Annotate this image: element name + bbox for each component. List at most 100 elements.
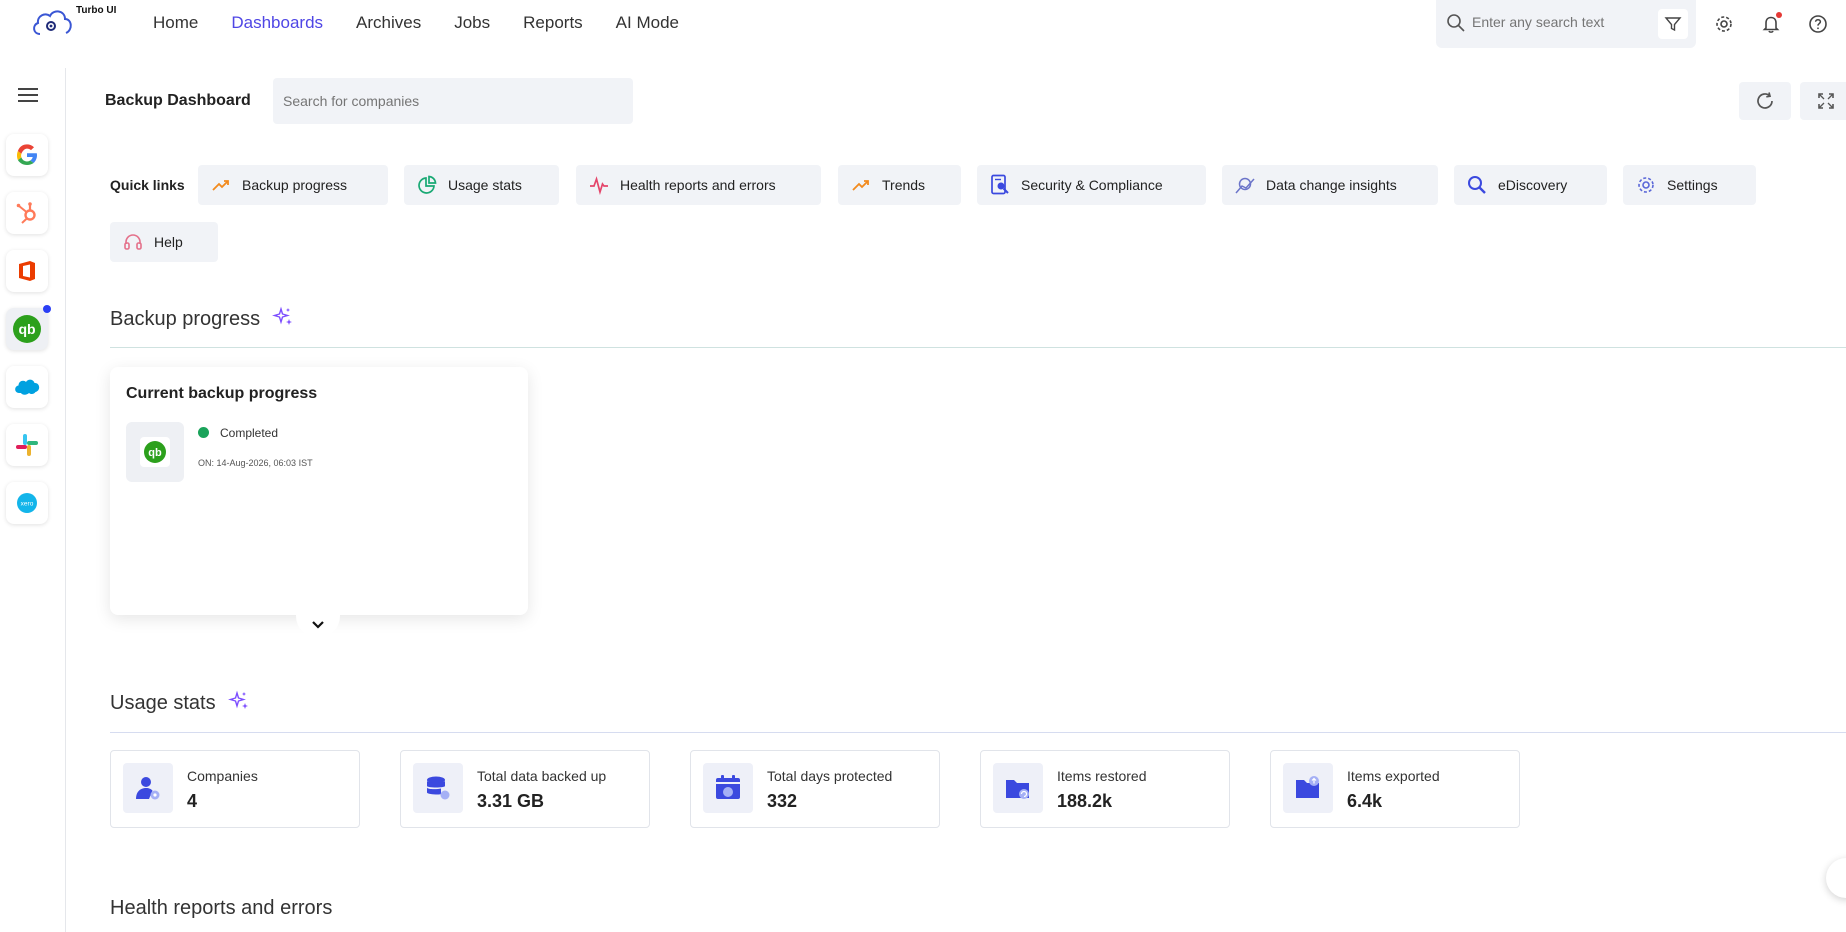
svg-text:xero: xero — [21, 501, 34, 508]
section-title: Usage stats — [110, 692, 216, 714]
stat-companies: Companies 4 — [110, 750, 360, 828]
stat-label: Total data backed up — [477, 768, 607, 784]
chevron-down-icon — [312, 621, 324, 629]
section-usage-stats: Usage stats — [110, 690, 250, 718]
svg-text:qb: qb — [148, 447, 162, 459]
slack-icon — [16, 434, 38, 456]
menu-toggle-icon[interactable] — [18, 88, 38, 106]
headset-icon — [122, 231, 144, 253]
quick-link-label: Security & Compliance — [1021, 177, 1163, 193]
backup-status: Completed — [220, 426, 279, 440]
hubspot-icon — [16, 202, 36, 224]
refresh-icon — [1757, 92, 1773, 109]
stat-total-data: Total data backed up 3.31 GB — [400, 750, 650, 828]
quick-link-health-reports[interactable]: Health reports and errors — [576, 165, 821, 205]
sidebar-app-salesforce[interactable] — [6, 366, 48, 408]
quick-link-label: eDiscovery — [1498, 177, 1568, 193]
nav-home[interactable]: Home — [153, 13, 198, 33]
sparkle-icon[interactable] — [227, 690, 250, 718]
notifications-button[interactable] — [1759, 12, 1783, 36]
quick-link-trends[interactable]: Trends — [838, 165, 961, 205]
backup-app-tile: qb — [126, 422, 184, 482]
global-search-input[interactable] — [1472, 14, 1652, 30]
quick-link-ediscovery[interactable]: eDiscovery — [1454, 165, 1607, 205]
svg-text:qb: qb — [18, 321, 35, 337]
card-title: Current backup progress — [126, 385, 318, 402]
calendar-shield-icon — [703, 763, 753, 813]
stat-items-restored: Items restored 188.2k — [980, 750, 1230, 828]
quick-link-security-compliance[interactable]: Security & Compliance — [977, 165, 1206, 205]
sidebar-app-xero[interactable]: xero — [6, 482, 48, 524]
nav-archives[interactable]: Archives — [356, 13, 421, 33]
insights-icon — [1234, 174, 1256, 196]
nav-reports[interactable]: Reports — [523, 13, 583, 33]
quick-link-data-change-insights[interactable]: Data change insights — [1222, 165, 1438, 205]
stat-label: Items exported — [1347, 768, 1440, 784]
section-health-reports: Health reports and errors — [110, 897, 332, 920]
xero-icon: xero — [17, 493, 37, 513]
stat-value: 6.4k — [1347, 791, 1383, 811]
logo[interactable]: Turbo UI — [30, 4, 140, 44]
stat-value: 3.31 GB — [477, 791, 545, 811]
stat-label: Companies — [187, 768, 258, 784]
filter-button[interactable] — [1658, 9, 1688, 39]
sidebar-app-google[interactable] — [6, 134, 48, 176]
quick-link-settings[interactable]: Settings — [1623, 165, 1756, 205]
security-doc-icon — [989, 174, 1011, 196]
quick-link-help[interactable]: Help — [110, 222, 218, 262]
sidebar-app-quickbooks[interactable]: qb — [6, 305, 51, 350]
nav-ai-mode[interactable]: AI Mode — [616, 13, 679, 33]
top-bar: Turbo UI Home Dashboards Archives Jobs R… — [0, 0, 1846, 56]
sidebar-app-hubspot[interactable] — [6, 192, 48, 234]
fullscreen-button[interactable] — [1800, 82, 1846, 120]
quick-link-label: Settings — [1667, 177, 1718, 193]
stat-label: Total days protected — [767, 768, 893, 784]
help-circle-icon — [1809, 15, 1827, 33]
quickbooks-icon: qb — [140, 437, 170, 467]
user-gear-icon — [123, 763, 173, 813]
sidebar-app-office[interactable] — [6, 250, 48, 292]
current-backup-card: Current backup progress qb Completed ON:… — [110, 367, 528, 615]
quick-link-usage-stats[interactable]: Usage stats — [404, 165, 559, 205]
help-button[interactable] — [1806, 12, 1830, 36]
stat-days-protected: Total days protected 332 — [690, 750, 940, 828]
section-divider — [110, 347, 1846, 348]
stat-items-exported: Items exported 6.4k — [1270, 750, 1520, 828]
expand-card-button[interactable] — [296, 612, 340, 638]
stat-label: Items restored — [1057, 768, 1147, 784]
pie-chart-icon — [416, 174, 438, 196]
stat-value: 188.2k — [1057, 791, 1113, 811]
quick-link-label: Data change insights — [1266, 177, 1397, 193]
page-title: Backup Dashboard — [105, 92, 251, 109]
logo-text: Turbo UI — [76, 5, 117, 16]
folder-restore-icon — [993, 763, 1043, 813]
section-backup-progress: Backup progress — [110, 306, 294, 334]
office-icon — [19, 261, 35, 281]
status-dot-completed — [198, 427, 209, 438]
expand-icon — [1818, 93, 1834, 109]
company-search-input[interactable] — [273, 78, 633, 124]
settings-button[interactable] — [1712, 12, 1736, 36]
main-nav: Home Dashboards Archives Jobs Reports AI… — [153, 13, 712, 33]
notification-dot — [1776, 12, 1782, 18]
google-icon — [17, 144, 37, 165]
quick-link-backup-progress[interactable]: Backup progress — [198, 165, 388, 205]
section-title: Backup progress — [110, 308, 261, 330]
quick-link-label: Backup progress — [242, 177, 348, 193]
folder-export-icon — [1283, 763, 1333, 813]
section-title: Health reports and errors — [110, 897, 333, 919]
sidebar-app-slack[interactable] — [6, 424, 48, 466]
app-sidebar: qb xero — [0, 68, 66, 932]
trend-up-icon — [850, 174, 872, 196]
filter-icon — [1664, 17, 1682, 32]
quick-links-label: Quick links — [110, 177, 185, 193]
floating-assistant-button[interactable] — [1826, 858, 1846, 898]
nav-jobs[interactable]: Jobs — [454, 13, 490, 33]
refresh-button[interactable] — [1739, 82, 1791, 120]
search-icon — [1466, 174, 1488, 196]
global-search — [1436, 0, 1696, 48]
quick-link-label: Help — [154, 234, 183, 250]
stat-value: 4 — [187, 791, 198, 811]
sparkle-icon[interactable] — [272, 306, 294, 334]
nav-dashboards[interactable]: Dashboards — [231, 13, 323, 33]
